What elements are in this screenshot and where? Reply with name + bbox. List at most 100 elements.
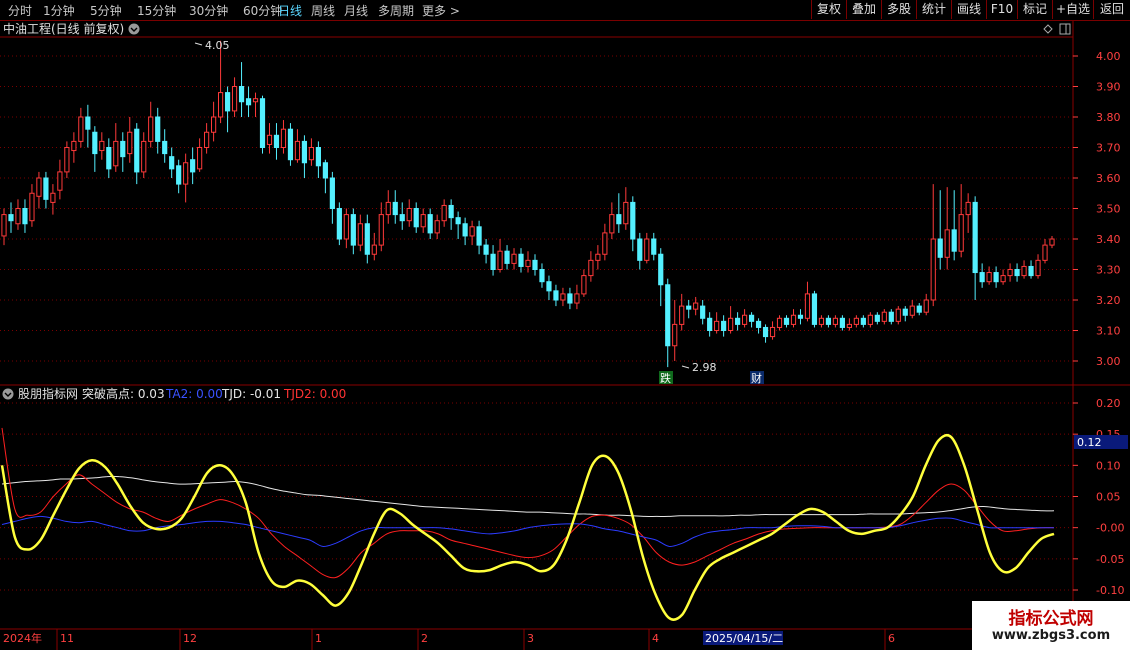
tf-daily[interactable]: 日线 [278, 2, 302, 19]
candle-up [385, 201, 391, 216]
candle-down [518, 253, 524, 267]
candle-down [539, 269, 545, 283]
date-axis: 2024年 11 12 1 2 3 4 2025/04/15/二 6 [3, 629, 895, 650]
candle-up [266, 134, 273, 145]
draw-line-button[interactable]: 画线 [951, 0, 986, 19]
candle-down [567, 293, 573, 304]
candle-up [741, 314, 748, 325]
candle-down [245, 98, 252, 106]
candle-down [490, 253, 496, 270]
overlay-button[interactable]: 叠加 [846, 0, 881, 19]
candle-down [888, 311, 894, 322]
tf-monthly[interactable]: 月线 [344, 2, 368, 19]
period-toolbar: 分时 1分钟 5分钟 15分钟 30分钟 60分钟 日线 周线 月线 多周期 更… [0, 0, 1130, 21]
event-marker-cai[interactable]: 财 [750, 371, 764, 385]
candle-up [595, 253, 601, 261]
candle-down [322, 162, 328, 179]
candle-up [644, 238, 650, 261]
candle-up [71, 140, 77, 152]
candle-up [378, 214, 384, 246]
tf-1min[interactable]: 1分钟 [43, 2, 75, 19]
candle-down [811, 293, 818, 325]
tf-5min[interactable]: 5分钟 [90, 2, 122, 19]
series-tjd2-line [1, 427, 1055, 579]
candle-down [455, 217, 461, 225]
tf-multi-period[interactable]: 多周期 [378, 2, 414, 19]
candle-down [336, 208, 342, 240]
candle-down [301, 140, 308, 164]
candle-up [1042, 244, 1048, 261]
candle-down [1028, 265, 1034, 277]
tf-30min[interactable]: 30分钟 [189, 2, 228, 19]
candle-down [504, 250, 510, 264]
candle-down [8, 214, 14, 222]
watermark-title: 指标公式网 [1008, 609, 1094, 629]
candle-up [231, 86, 238, 112]
candle-down [43, 177, 49, 200]
candle-down [448, 204, 454, 219]
candle-down [120, 140, 126, 158]
date-label: 1 [315, 632, 322, 645]
candle-up [818, 317, 825, 325]
candle-down [721, 320, 727, 332]
tf-more[interactable]: 更多 > [422, 2, 460, 19]
candle-down [392, 201, 398, 216]
event-marker-die[interactable]: 跌 [659, 371, 673, 385]
price-tick: 3.90 [1096, 81, 1121, 94]
candle-up [1, 214, 7, 237]
indicator-tick: 0.10 [1096, 459, 1121, 472]
mark-button[interactable]: 标记 [1017, 0, 1052, 19]
add-watchlist-button[interactable]: +自选 [1052, 0, 1093, 19]
candle-up [776, 317, 783, 328]
fuquan-button[interactable]: 复权 [811, 0, 846, 19]
candle-down [937, 238, 943, 258]
candle-down [839, 317, 845, 328]
candle-up [672, 323, 678, 347]
stats-button[interactable]: 统计 [916, 0, 951, 19]
tf-weekly[interactable]: 周线 [311, 2, 335, 19]
candle-down [1014, 269, 1020, 277]
price-tick: 3.50 [1096, 203, 1121, 216]
candle-down [797, 314, 804, 319]
indicator-gridlines [0, 402, 1078, 591]
date-label: 2024年 [3, 631, 42, 645]
multi-stock-button[interactable]: 多股 [881, 0, 916, 19]
candle-down [762, 326, 769, 338]
candle-up [15, 208, 21, 225]
tf-15min[interactable]: 15分钟 [137, 2, 176, 19]
candle-down [476, 226, 482, 246]
legend-tjd: TJD: -0.01 [221, 387, 281, 401]
tf-intraday[interactable]: 分时 [8, 2, 32, 19]
candle-up [343, 214, 349, 240]
chart-area[interactable]: 中油工程(日线 前复权) 4.00 3.90 3.80 3.70 3.60 3.… [0, 21, 1130, 650]
back-button[interactable]: 返回 [1093, 0, 1130, 19]
candle-up [29, 192, 35, 222]
candle-down [22, 208, 28, 225]
last-value-label: 0.12 [1077, 436, 1102, 449]
candle-down [92, 131, 98, 155]
candle-down [874, 314, 880, 322]
date-label: 6 [888, 632, 895, 645]
watermark-url: www.zbgs3.com [991, 628, 1111, 643]
indicator-dropdown-icon[interactable] [2, 388, 14, 400]
panel-toggle-icon[interactable] [1059, 23, 1071, 35]
f10-button[interactable]: F10 [986, 0, 1017, 19]
candle-up [406, 208, 412, 222]
candle-down [665, 284, 671, 347]
candle-up [57, 171, 63, 191]
candle-down [162, 140, 168, 155]
candle-down [630, 201, 636, 240]
candle-up [588, 259, 594, 277]
tf-60min[interactable]: 60分钟 [243, 2, 282, 19]
title-dropdown-icon[interactable] [128, 23, 140, 35]
candle-down [350, 214, 356, 246]
indicator-tick: 0.20 [1096, 397, 1121, 410]
candle-down [825, 317, 832, 325]
legend-tjd2: TJD2: 0.00 [283, 387, 346, 401]
last-value-tag: 0.12 [1074, 435, 1128, 449]
candle-up [141, 140, 147, 173]
high-price-label: 4.05 [205, 39, 230, 52]
candle-up [790, 314, 797, 325]
diamond-icon[interactable] [1043, 24, 1053, 34]
candle-down [637, 238, 643, 261]
